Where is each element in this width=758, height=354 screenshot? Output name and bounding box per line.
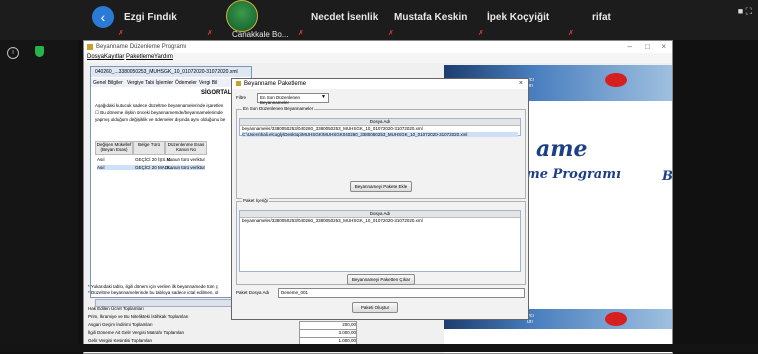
minimize-button[interactable]: – <box>628 42 632 51</box>
back-arrow-icon[interactable]: ‹ <box>92 6 114 28</box>
participant-name: rifat <box>592 12 611 23</box>
filter-label: Filtre <box>236 95 246 100</box>
mic-off-icon: ✗ <box>118 30 124 37</box>
brand-title: ame <box>536 136 588 162</box>
left-panel <box>0 40 78 352</box>
package-name-input[interactable]: Deneme_001 <box>278 288 525 298</box>
app-titlebar: Beyanname Düzenleme Programı – □ × <box>84 41 672 53</box>
mic-off-icon: ✗ <box>298 30 304 37</box>
table-cell: Kanun türü veriktur <box>167 157 206 162</box>
menu-kayitlar[interactable]: Kayıtlar <box>104 54 124 60</box>
close-button[interactable]: × <box>661 42 666 51</box>
form-titlebar: 040260_...3380050253_MUHSGK_10_01072020-… <box>91 67 251 77</box>
info-icon[interactable]: i <box>7 47 19 59</box>
list-item-selected[interactable]: C:\Users\hali.elcogly\Desktop\MUHSGK\MUH… <box>242 132 518 137</box>
tab-odemeler[interactable]: Ödemeler <box>175 80 197 86</box>
footnote: * Düzeltme beyannamelerinde bu tabloya s… <box>88 290 219 295</box>
dialog-titlebar: Beyanname Paketleme × <box>232 79 528 89</box>
flag-icon <box>605 312 627 326</box>
menu-yardim[interactable]: Yardım <box>154 54 173 60</box>
group-label: En Son Düzenlenen Beyannameler <box>242 106 315 111</box>
menu-dosya[interactable]: Dosya <box>87 54 104 60</box>
window-controls[interactable]: ■ ⛶ <box>738 6 752 17</box>
participant-name: İpek Koçyiğit <box>487 12 550 23</box>
list-item: Asgari Geçim İndirimi Toplamları <box>88 322 153 327</box>
mic-off-icon: ✗ <box>568 30 574 37</box>
org-logo <box>226 0 258 32</box>
package-name-value: Deneme_001 <box>281 290 309 295</box>
dialog-icon <box>236 81 241 86</box>
package-dialog: Beyanname Paketleme × Filtre En Son Düze… <box>231 78 529 320</box>
create-package-button[interactable]: Paketi Oluştur <box>352 302 398 313</box>
recent-declarations-list[interactable]: Dosya Adı beyannameler/3380050253/040260… <box>239 118 521 137</box>
add-to-package-button[interactable]: Beyannameyi Pakete Ekle <box>350 181 412 192</box>
shield-icon[interactable] <box>35 46 44 57</box>
mic-off-icon: ✗ <box>478 30 484 37</box>
app-title: Beyanname Düzenleme Programı <box>96 44 187 50</box>
package-name-label: Paket Dosya Adı <box>236 290 270 295</box>
table-header: Düzenlenme Esas Kanun No <box>165 141 207 155</box>
chevron-down-icon: ▼ <box>321 94 326 100</box>
brand-cutoff: Bey <box>662 169 673 184</box>
list-item: Gelir Vergisi Kesintisi Toplamları <box>88 338 153 343</box>
tab-genel-bilgiler[interactable]: Genel Bilgiler <box>93 80 123 86</box>
correction-checkbox-label[interactable]: ☐ Bu döneme ilişkin önceki beyannamemde/… <box>95 110 223 116</box>
form-note: Bu döneme ilişkin önceki beyannamemde/be… <box>100 110 223 115</box>
package-contents-group: Paket İçeriği Dosya Adı beyannameler/338… <box>236 198 526 285</box>
participant-name: Necdet İsenlik <box>311 12 379 23</box>
column-header: Dosya Adı <box>240 211 520 218</box>
meeting-participant-bar: ‹ Ezgi Fındık ✗ ✗ Canakkale Bo... Necdet… <box>0 0 758 40</box>
section-heading: SİGORTALI <box>201 90 234 96</box>
menu-bar: Dosya Kayıtlar Paketleme Yardım <box>84 53 672 63</box>
form-title: 040260_...3380050253_MUHSGK_10_01072020-… <box>95 69 238 75</box>
filter-select[interactable]: En Son Düzenlenen Beyannameler ▼ <box>257 93 329 105</box>
table-cell: Kanun türü veriktur <box>167 165 206 170</box>
group-label: Paket İçeriği <box>242 198 269 203</box>
form-tabs: Genel Bilgiler Vergiye Tabi İşlemler Öde… <box>91 78 251 87</box>
list-item: Hak Edilen Ücret Toplamları <box>88 306 144 311</box>
column-header: Dosya Adı <box>240 119 520 126</box>
form-note: yapmış olduğum değişiklik ve ödemeler dı… <box>95 117 226 122</box>
maximize-button[interactable]: □ <box>645 42 650 51</box>
remove-from-package-button[interactable]: Beyannameyi Paketten Çıkar <box>347 274 415 285</box>
list-item[interactable]: beyannameler/3380050253/040260_338005025… <box>242 126 423 131</box>
taskbar <box>0 344 758 352</box>
table-header: Değişen Mükellef (Beyan Esas) <box>95 141 133 155</box>
participant-name: Mustafa Keskin <box>394 12 468 23</box>
mic-off-icon: ✗ <box>388 30 394 37</box>
table-row[interactable]: Asıl <box>97 157 105 162</box>
filter-select-value: En Son Düzenlenen Beyannameler <box>260 95 301 105</box>
app-icon <box>87 44 93 50</box>
table-cell: Asıl <box>97 165 105 170</box>
list-item[interactable]: beyannameler/3380050253/040260_338005025… <box>242 218 423 223</box>
list-item: Prim, İkramiye ve Bu Nitelikteki İstihka… <box>88 314 189 319</box>
menu-paketleme[interactable]: Paketleme <box>126 54 154 60</box>
table-header: Belge Türü <box>133 141 165 155</box>
declaration-form-window: 040260_...3380050253_MUHSGK_10_01072020-… <box>90 66 252 307</box>
package-contents-list[interactable]: Dosya Adı beyannameler/3380050253/040260… <box>239 210 521 272</box>
table-cell: Asıl <box>97 157 105 162</box>
form-note: Aşağıdaki kutucuk sadece düzeltme beyann… <box>95 103 224 108</box>
dialog-title: Beyanname Paketleme <box>244 81 307 87</box>
mic-off-icon: ✗ <box>207 30 213 37</box>
tab-vergi-bil[interactable]: Vergi Bil <box>199 80 217 86</box>
participant-name: Canakkale Bo... <box>232 30 289 39</box>
tab-vergiye-tabi[interactable]: Vergiye Tabi İşlemler <box>127 80 173 86</box>
footnote: * Yukarıdaki tablo, ilgili dönem için ve… <box>88 284 218 289</box>
close-icon[interactable]: × <box>519 80 523 87</box>
recent-declarations-group: En Son Düzenlenen Beyannameler Dosya Adı… <box>236 106 526 199</box>
flag-icon <box>605 73 627 87</box>
brand-subtitle: me Programı <box>526 167 621 182</box>
list-item: İlgili Döneme Ait Gelir Vergisi Matrahı … <box>88 330 185 335</box>
participant-name: Ezgi Fındık <box>124 12 177 23</box>
